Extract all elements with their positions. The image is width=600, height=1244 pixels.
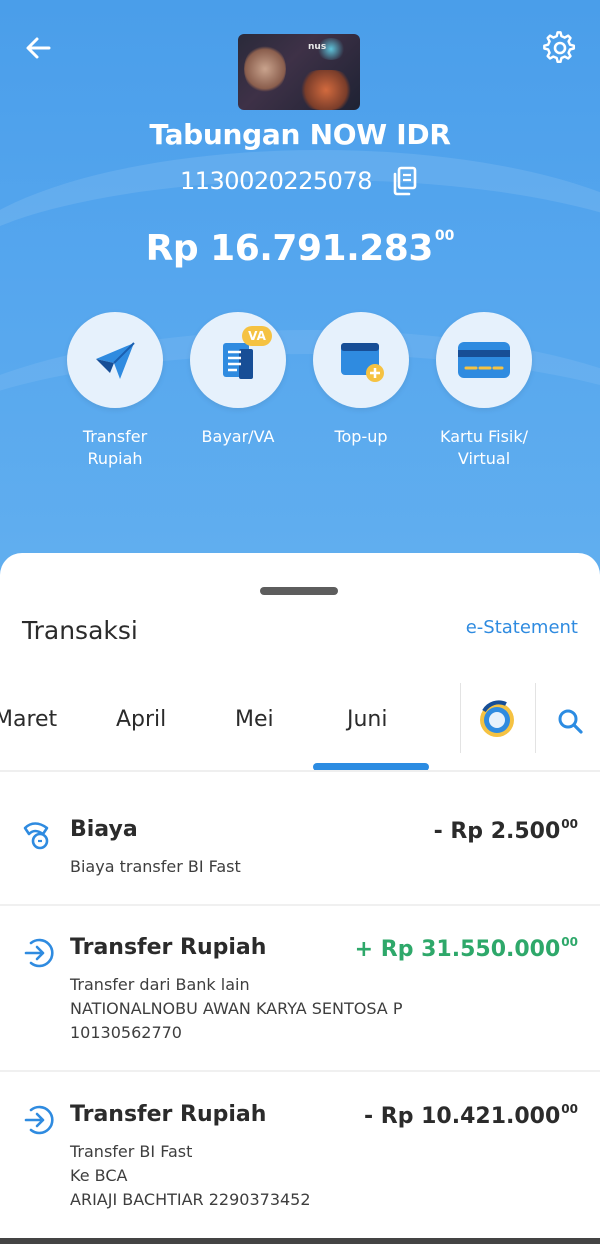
transaction-amount: + Rp 31.550.00000 <box>354 935 578 962</box>
copy-icon <box>393 166 417 196</box>
account-name: Tabungan NOW IDR <box>149 118 451 151</box>
action-label: Top-up <box>334 427 388 446</box>
action-label: Transfer <box>82 427 148 446</box>
card-brand: nus <box>308 42 327 52</box>
balance-amount: Rp 16.791.283 <box>145 228 434 269</box>
back-button[interactable] <box>18 28 58 68</box>
transaction-description: Transfer dari Bank lain NATIONALNOBU AWA… <box>70 975 403 1042</box>
action-kartu-fisik-virtual[interactable]: Kartu Fisik/Virtual <box>419 312 549 470</box>
search-icon <box>558 709 583 734</box>
divider <box>535 683 536 753</box>
transaction-row[interactable]: Transfer Rupiah - Rp 10.421.00000 Transf… <box>0 1098 600 1238</box>
action-circle <box>436 312 532 408</box>
card-thumbnail[interactable]: nus <box>238 34 360 110</box>
action-label: Virtual <box>457 449 511 468</box>
sheet-handle[interactable] <box>260 587 338 595</box>
tab-juni[interactable]: Juni <box>347 707 388 732</box>
month-tabs: Maret April Mei Juni <box>0 683 600 771</box>
action-label: Kartu Fisik/ <box>439 427 528 446</box>
arrow-left-icon <box>26 37 51 59</box>
quick-actions: Transfer Rupiah VA Bayar/VA Top-up Kartu… <box>0 312 600 482</box>
sheet-title: Transaksi <box>22 616 138 645</box>
transaction-title: Transfer Rupiah <box>70 935 267 960</box>
calendar-filter-icon <box>480 700 514 737</box>
bottom-edge <box>0 1238 600 1244</box>
divider <box>0 1070 600 1072</box>
e-statement-link[interactable]: e-Statement <box>466 617 578 638</box>
action-label: Bayar/VA <box>201 427 275 446</box>
divider <box>0 770 600 772</box>
transfer-out-icon <box>20 1102 56 1138</box>
va-badge: VA <box>242 326 272 346</box>
calendar-button[interactable] <box>474 697 520 743</box>
action-circle <box>313 312 409 408</box>
account-number-row: 1130020225078 <box>0 165 600 197</box>
action-circle: VA <box>190 312 286 408</box>
card-icon <box>458 342 510 378</box>
action-top-up[interactable]: Top-up <box>296 312 426 448</box>
paper-plane-icon <box>96 342 135 379</box>
divider <box>0 904 600 906</box>
action-transfer-rupiah[interactable]: Transfer Rupiah <box>50 312 180 470</box>
wallet-plus-icon <box>341 343 384 382</box>
transaction-description: Transfer BI Fast Ke BCA ARIAJI BACHTIAR … <box>70 1142 311 1209</box>
fee-icon <box>20 817 56 853</box>
account-balance: Rp 16.791.283 00 <box>0 228 600 269</box>
transfer-in-icon <box>20 935 56 971</box>
gear-icon <box>543 31 576 64</box>
action-circle <box>67 312 163 408</box>
search-button[interactable] <box>550 701 590 741</box>
transaction-title: Transfer Rupiah <box>70 1102 267 1127</box>
copy-button[interactable] <box>388 165 420 197</box>
tab-mei[interactable]: Mei <box>235 707 274 732</box>
transaction-amount: - Rp 10.421.00000 <box>363 1102 578 1129</box>
settings-button[interactable] <box>540 28 580 68</box>
transaction-row[interactable]: Transfer Rupiah + Rp 31.550.00000 Transf… <box>0 931 600 1071</box>
transactions-sheet: Transaksi e-Statement Maret April Mei Ju… <box>0 553 600 1244</box>
account-number: 1130020225078 <box>179 167 373 195</box>
balance-cents: 00 <box>434 228 455 244</box>
transaction-amount: - Rp 2.50000 <box>433 817 578 844</box>
account-header: nus Tabungan NOW IDR 1130020225078 Rp 16… <box>0 0 600 600</box>
tab-april[interactable]: April <box>116 707 166 732</box>
transaction-title: Biaya <box>70 817 138 842</box>
divider <box>460 683 461 753</box>
transaction-description: Biaya transfer BI Fast <box>70 857 241 876</box>
tab-maret[interactable]: Maret <box>0 707 57 732</box>
action-bayar-va[interactable]: VA Bayar/VA <box>173 312 303 448</box>
action-label: Rupiah <box>87 449 143 468</box>
